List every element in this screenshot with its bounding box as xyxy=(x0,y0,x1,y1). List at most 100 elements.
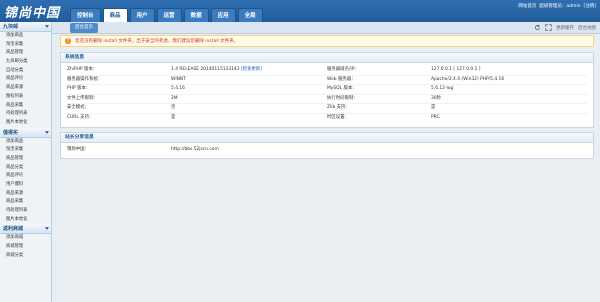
sub-tools: 更新缓存 后台地图 xyxy=(534,24,596,31)
chevron-down-icon xyxy=(45,25,49,28)
sidebar-item[interactable]: 商品来源 xyxy=(0,190,51,199)
info-value: 是 xyxy=(431,105,436,111)
sidebar-group-title: 九块邮 xyxy=(3,24,19,30)
info-label: 文件上传限制： xyxy=(67,95,98,101)
info-label: 时区设置： xyxy=(327,114,349,120)
info-label: Zlib 支持： xyxy=(327,105,350,111)
admin-user-label: 超级管理员：admin xyxy=(539,4,581,9)
update-cache-button[interactable]: 更新缓存 xyxy=(556,25,574,31)
info-label: 执行时间限制： xyxy=(327,95,358,101)
chevron-down-icon xyxy=(45,227,49,231)
info-label: CURL 支持： xyxy=(67,114,94,120)
info-label: MySQL 版本： xyxy=(327,86,357,92)
main-content: ! 您还没有删除 install 文件夹，出于安全的考虑，我们建议您删除 ins… xyxy=(60,35,594,163)
info-label: ZhiPHP 版本： xyxy=(67,67,98,72)
info-value: 30秒 xyxy=(431,95,441,101)
info-row: ZhiPHP 版本： 1.4 RELEASE 20140115133143 [检… xyxy=(67,66,587,75)
info-label: 服务器域名/IP： xyxy=(327,67,359,72)
info-value: 5.6.12-log xyxy=(431,86,454,92)
nav-tab-data[interactable]: 数据 xyxy=(183,8,209,22)
info-row: 文件上传限制： 2M 执行时间限制： 30秒 xyxy=(67,95,587,104)
info-value: 2M xyxy=(171,95,178,101)
info-label: 安全模式： xyxy=(67,105,89,111)
sidebar-item[interactable]: 商品评论 xyxy=(0,75,51,84)
panel-title: 站长分享信息 xyxy=(61,132,593,143)
info-row: 服务器操作系统： WINNT Web 服务器： Apache/2.4.4 (Wi… xyxy=(67,76,587,85)
sidebar-item[interactable]: 商城分类 xyxy=(0,252,51,261)
sidebar-item[interactable]: 图标列表 xyxy=(0,93,51,102)
panel-title: 系统信息 xyxy=(61,53,593,63)
nav-tab-global[interactable]: 全局 xyxy=(237,8,263,22)
sidebar-group-title: 返利商城 xyxy=(3,226,24,233)
sidebar-item[interactable]: 待处理列表 xyxy=(0,110,51,119)
sidebar-item[interactable]: 淘宝采集 xyxy=(0,41,51,50)
site-share-panel: 站长分享信息 锦尚中国： http://bbs.52jscn.com xyxy=(60,131,594,160)
site-logo[interactable]: 锦尚中国 xyxy=(4,2,60,21)
top-links: 网站首页 超级管理员：admin [注销] xyxy=(518,3,596,9)
nav-tab-console[interactable]: 控制台 xyxy=(70,8,101,22)
sidebar-item[interactable]: 商品分类 xyxy=(0,164,51,173)
sidebar-item[interactable]: 商品采集 xyxy=(0,198,51,207)
sidebar-group-fanli: 返利商城 添加商城 商城管理 商城分类 xyxy=(0,224,51,261)
site-home-link[interactable]: 网站首页 xyxy=(518,3,536,9)
admin-map-button[interactable]: 后台地图 xyxy=(578,25,596,31)
install-warning: ! 您还没有删除 install 文件夹，出于安全的考虑，我们建议您删除 ins… xyxy=(60,35,594,47)
sidebar-group-title: 值得买 xyxy=(3,129,19,136)
sidebar-item[interactable]: 商品管理 xyxy=(0,49,51,58)
sidebar-item[interactable]: 图片本地化 xyxy=(0,119,51,128)
fullscreen-icon[interactable] xyxy=(545,24,552,31)
nav-tab-users[interactable]: 用户 xyxy=(129,8,155,22)
sidebar-item[interactable]: 添加商城 xyxy=(0,234,51,243)
sidebar-item[interactable]: 商城管理 xyxy=(0,243,51,252)
info-value: 否 xyxy=(171,105,176,111)
chevron-down-icon xyxy=(45,130,49,134)
sidebar-item[interactable]: 待处理列表 xyxy=(0,207,51,216)
sidebar-item[interactable]: 商品管理 xyxy=(0,155,51,164)
sidebar-group-header[interactable]: 九块邮 xyxy=(0,22,51,32)
nav-tab-apps[interactable]: 应用 xyxy=(210,8,236,22)
info-row: 安全模式： 否 Zlib 支持： 是 xyxy=(67,104,587,113)
subtab-admin-home[interactable]: 后台首页 xyxy=(70,23,98,33)
sidebar-item[interactable]: 自动分类 xyxy=(0,67,51,76)
sidebar-group-zhidemai: 值得买 添加商品 淘宝采集 商品管理 商品分类 商品评论 用户爆料 商品来源 商… xyxy=(0,127,51,225)
system-info-panel: 系统信息 ZhiPHP 版本： 1.4 RELEASE 201401151331… xyxy=(60,52,594,128)
top-bar: 锦尚中国 控制台 商品 用户 运营 数据 应用 全局 网站首页 超级管理员：ad… xyxy=(0,0,600,22)
sidebar-item[interactable]: 添加商品 xyxy=(0,138,51,147)
sidebar-item[interactable]: 添加商品 xyxy=(0,32,51,41)
info-row: PHP 版本： 5.4.16 MySQL 版本： 5.6.12-log xyxy=(67,85,587,94)
info-value: WINNT xyxy=(171,76,186,82)
sidebar-item[interactable]: 淘宝采集 xyxy=(0,146,51,155)
sidebar: 九块邮 添加商品 淘宝采集 商品管理 九块邮分类 自动分类 商品评论 商品来源 … xyxy=(0,22,52,302)
logout-link[interactable]: [注销] xyxy=(583,3,596,9)
warning-text: 您还没有删除 install 文件夹，出于安全的考虑，我们建议您删除 insta… xyxy=(75,39,239,44)
sidebar-item[interactable]: 用户爆料 xyxy=(0,181,51,190)
sidebar-group-header[interactable]: 值得买 xyxy=(0,127,51,138)
nav-tab-operations[interactable]: 运营 xyxy=(156,8,182,22)
info-label: 服务器操作系统： xyxy=(67,76,103,82)
main-nav: 控制台 商品 用户 运营 数据 应用 全局 xyxy=(70,8,265,22)
info-value: 5.4.16 xyxy=(171,86,185,92)
sidebar-item[interactable]: 商品评论 xyxy=(0,172,51,181)
info-value: 是 xyxy=(171,114,176,120)
warning-icon: ! xyxy=(65,38,71,44)
info-value: 1.4 RELEASE 20140115133143 [检查更新] xyxy=(171,66,327,75)
sub-header: 后台首页 更新缓存 后台地图 xyxy=(0,22,600,34)
info-value: PRC xyxy=(431,114,440,120)
site-url-link[interactable]: http://bbs.52jscn.com xyxy=(171,146,327,155)
sidebar-item[interactable]: 九块邮分类 xyxy=(0,58,51,67)
sidebar-group-jiukuaiyou: 九块邮 添加商品 淘宝采集 商品管理 九块邮分类 自动分类 商品评论 商品来源 … xyxy=(0,22,51,128)
info-label: PHP 版本： xyxy=(67,86,91,92)
sidebar-group-header[interactable]: 返利商城 xyxy=(0,224,51,235)
info-label: Web 服务器： xyxy=(327,76,356,82)
refresh-icon[interactable] xyxy=(534,24,541,31)
sidebar-item[interactable]: 商品采集 xyxy=(0,102,51,111)
info-value: 127.0.0.1 [ 127.0.0.1 ] xyxy=(431,67,481,72)
info-row: CURL 支持： 是 时区设置： PRC xyxy=(67,114,587,123)
nav-tab-goods[interactable]: 商品 xyxy=(102,8,128,22)
info-row: 锦尚中国： http://bbs.52jscn.com xyxy=(67,146,587,155)
version-value: 1.4 RELEASE 20140115133143 xyxy=(171,67,240,72)
sidebar-item[interactable]: 商品来源 xyxy=(0,84,51,93)
sidebar-item[interactable]: 图片本地化 xyxy=(0,216,51,225)
check-update-link[interactable]: [检查更新] xyxy=(241,67,262,72)
info-value: Apache/2.4.4 (Win32) PHP/5.4.16 xyxy=(431,76,505,82)
